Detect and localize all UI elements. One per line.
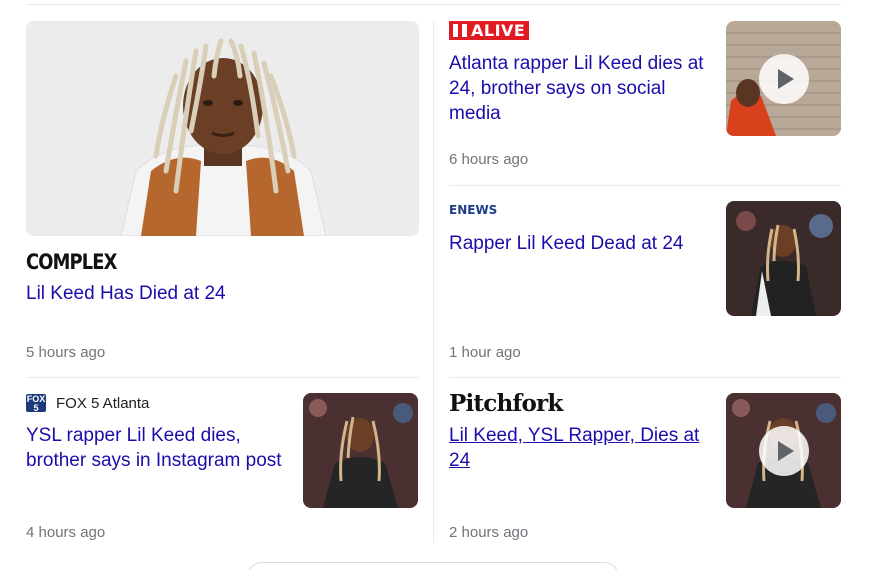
article-time-pitchfork: 2 hours ago [449, 524, 529, 541]
complex-logo: COMPLEX [26, 250, 117, 274]
article-thumbnail-alive[interactable] [726, 21, 841, 136]
article-headline-alive[interactable]: Atlanta rapper Lil Keed dies at 24, brot… [449, 51, 711, 126]
fox5-logo: FOX 5 [26, 394, 46, 413]
divider [449, 185, 841, 186]
column-divider [433, 21, 434, 543]
article-hero-image[interactable] [26, 21, 419, 236]
enews-logo: ENEWS [449, 203, 498, 217]
more-news-button[interactable] [247, 562, 619, 570]
play-icon[interactable] [758, 425, 809, 476]
person-photo [303, 393, 418, 508]
article-time-complex: 5 hours ago [26, 344, 106, 361]
divider [449, 377, 841, 378]
article-headline-fox5[interactable]: YSL rapper Lil Keed dies, brother says i… [26, 423, 288, 473]
play-icon[interactable] [758, 53, 809, 104]
pitchfork-logo: Pitchfork [449, 390, 563, 417]
article-time-alive: 6 hours ago [449, 151, 529, 168]
article-headline-pitchfork[interactable]: Lil Keed, YSL Rapper, Dies at 24 [449, 423, 711, 473]
top-divider [26, 4, 841, 5]
divider [26, 377, 419, 378]
article-thumbnail-enews[interactable] [726, 201, 841, 316]
article-time-fox5: 4 hours ago [26, 524, 106, 541]
article-headline-enews[interactable]: Rapper Lil Keed Dead at 24 [449, 231, 711, 256]
article-thumbnail-pitchfork[interactable] [726, 393, 841, 508]
article-thumbnail-fox5[interactable] [303, 393, 418, 508]
person-photo [726, 201, 841, 316]
article-time-enews: 1 hour ago [449, 344, 521, 361]
alive-logo: ALIVE [449, 21, 529, 40]
source-name-fox5: FOX 5 Atlanta [56, 395, 150, 412]
article-headline-complex[interactable]: Lil Keed Has Died at 24 [26, 281, 416, 306]
person-photo [26, 21, 419, 236]
